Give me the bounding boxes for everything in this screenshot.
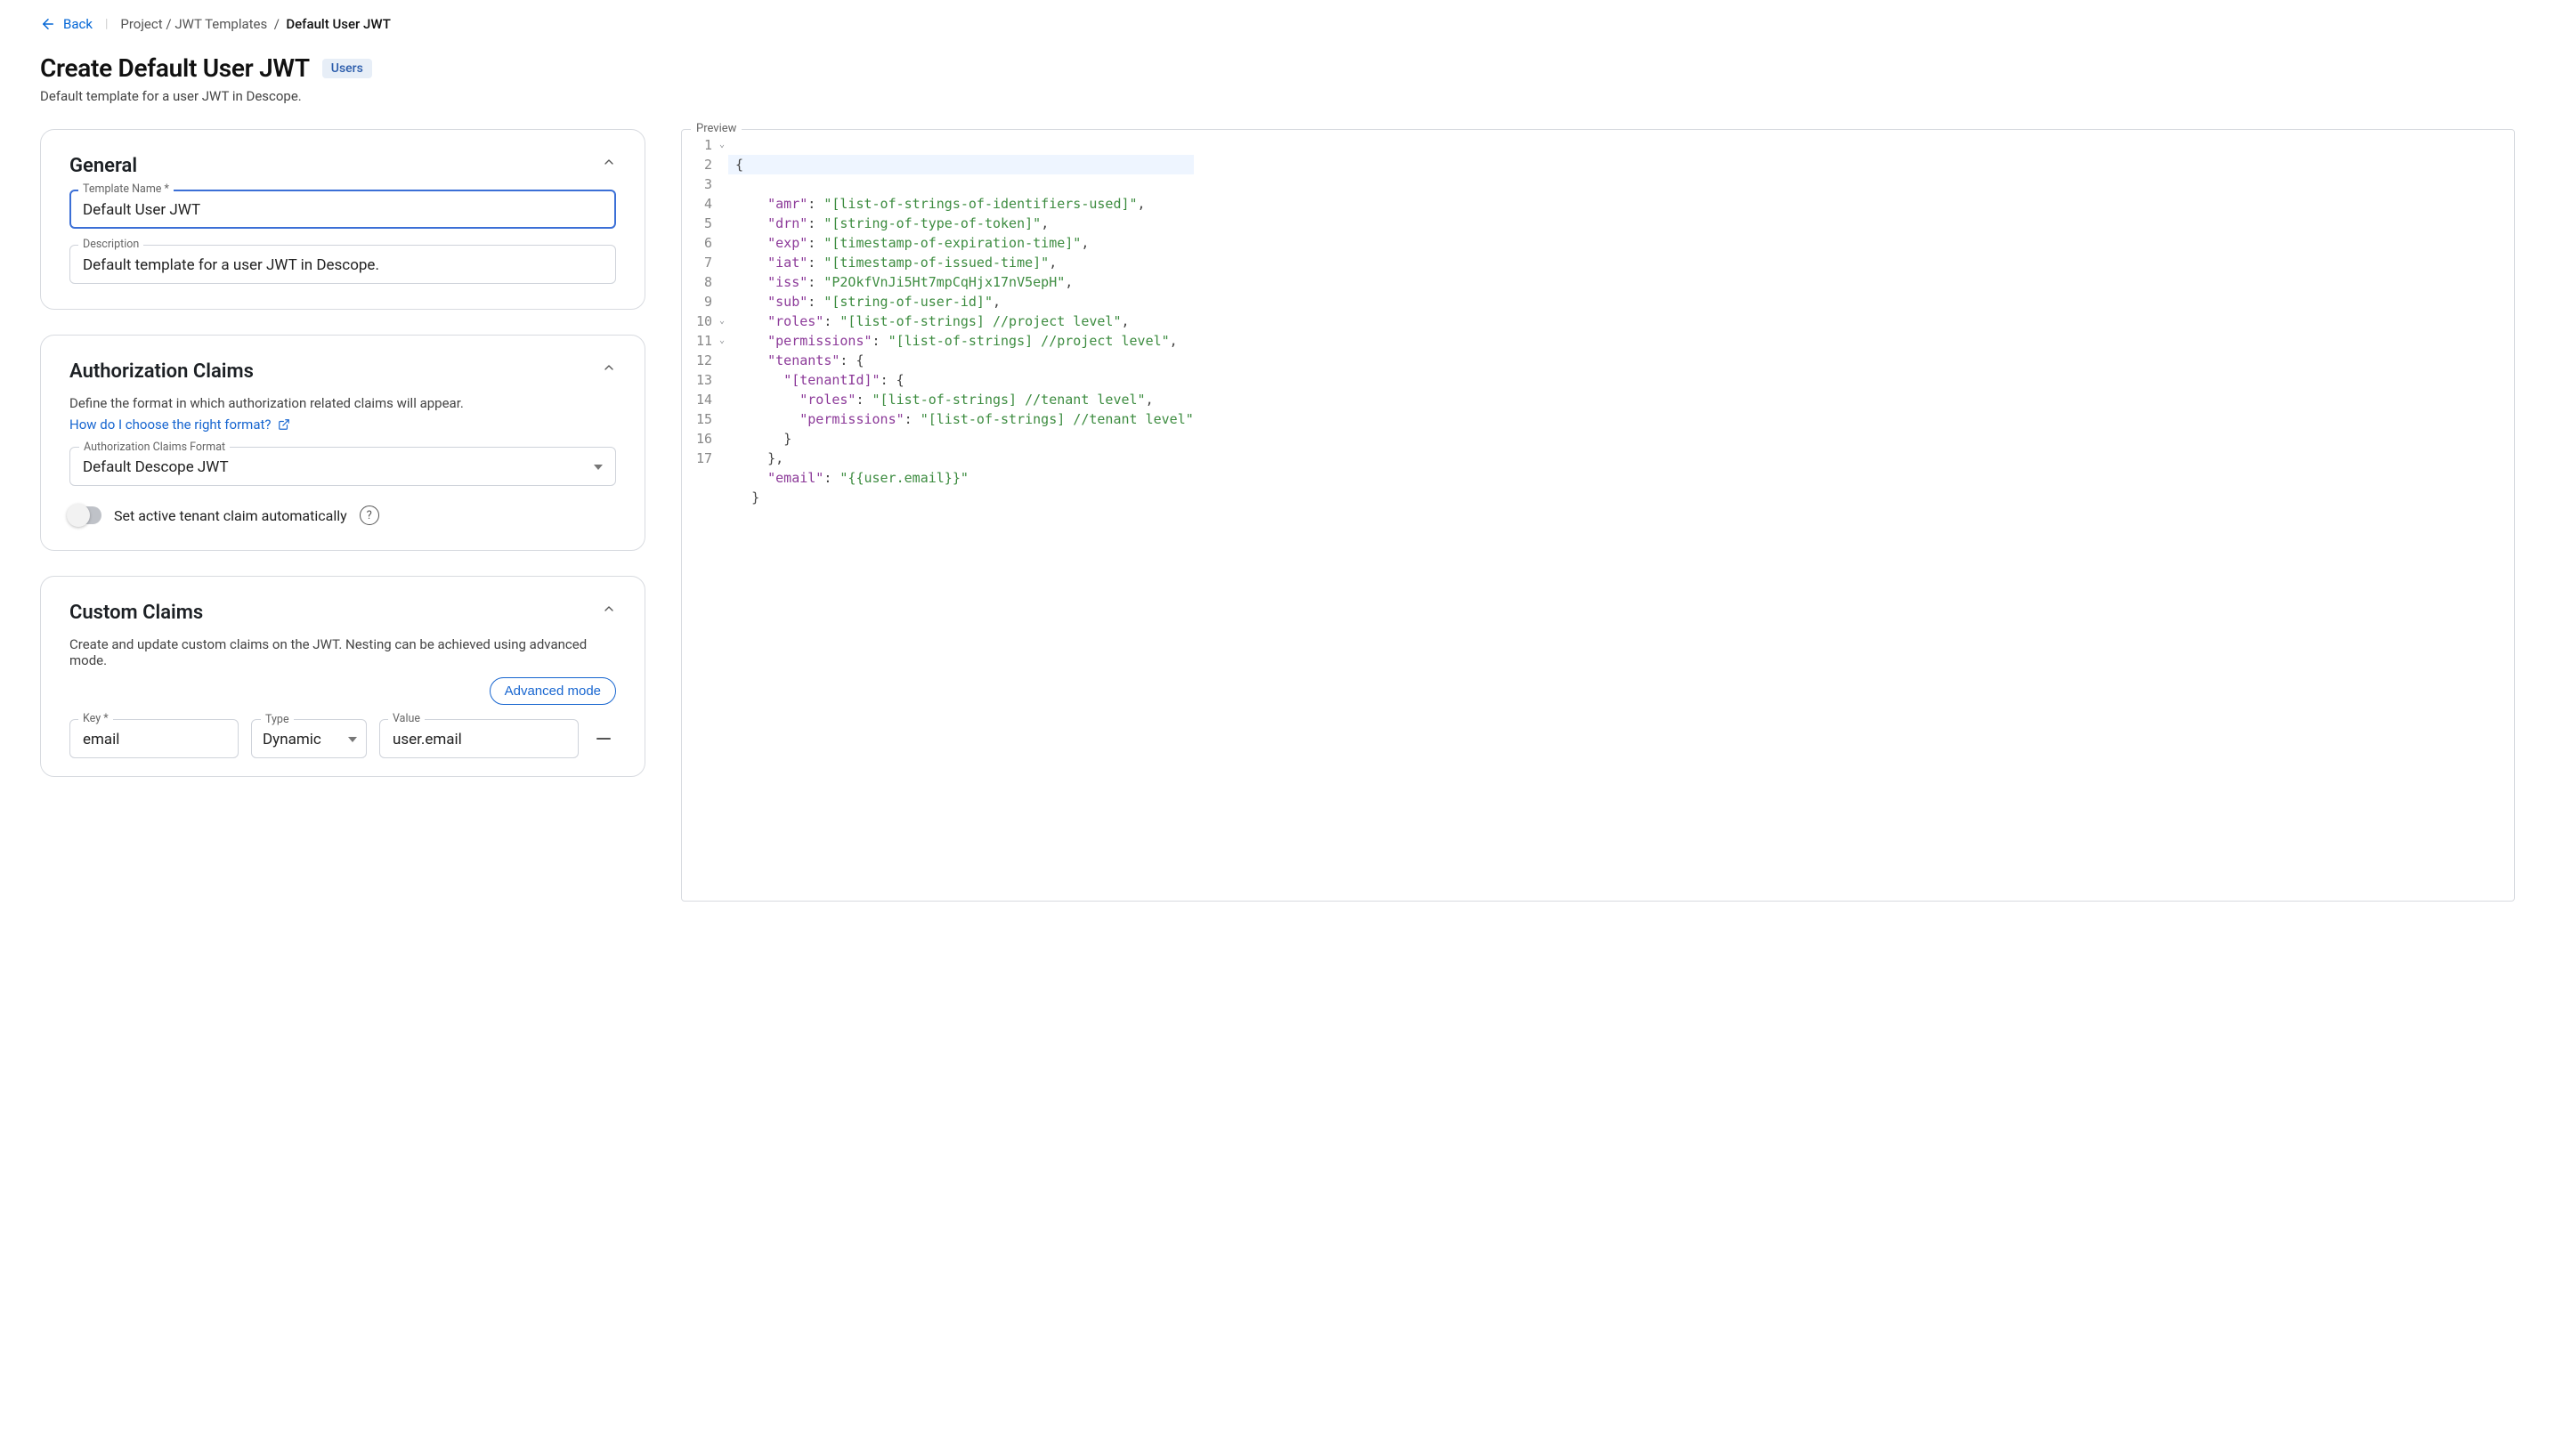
claim-type-label: Type (261, 713, 294, 726)
general-title: General (69, 155, 137, 177)
authz-help-text: How do I choose the right format? (69, 417, 271, 433)
back-link[interactable]: Back (40, 16, 93, 32)
dropdown-icon (594, 465, 603, 470)
audience-badge: Users (322, 59, 372, 78)
authz-format-select[interactable]: Authorization Claims Format Default Desc… (69, 447, 616, 486)
chevron-up-icon[interactable] (602, 602, 616, 616)
custom-desc: Create and update custom claims on the J… (69, 636, 616, 668)
claim-type-select[interactable]: Type Dynamic (251, 719, 367, 758)
preview-panel: Preview 1234567891011121314151617 ⌄⌄⌄ { … (681, 129, 2515, 902)
code-gutter: 1234567891011121314151617 (682, 135, 716, 527)
remove-claim-button[interactable] (591, 738, 616, 740)
description-label: Description (78, 238, 143, 251)
claim-type-value: Dynamic (263, 731, 321, 748)
code-editor[interactable]: 1234567891011121314151617 ⌄⌄⌄ { "amr": "… (682, 130, 2514, 901)
authz-format-label: Authorization Claims Format (79, 441, 230, 454)
crumb-project[interactable]: Project (120, 16, 162, 32)
arrow-left-icon (40, 16, 56, 32)
top-bar: Back | Project / JWT Templates / Default… (40, 0, 2515, 48)
claim-value-label: Value (388, 712, 425, 725)
authz-format-value: Default Descope JWT (83, 458, 229, 476)
description-input[interactable] (69, 245, 616, 284)
authz-card: Authorization Claims Define the format i… (40, 335, 645, 551)
authz-help-link[interactable]: How do I choose the right format? (69, 417, 290, 433)
active-tenant-label: Set active tenant claim automatically (114, 507, 347, 524)
help-icon[interactable]: ? (360, 506, 379, 525)
page-title: Create Default User JWT (40, 53, 310, 83)
breadcrumb: Project / JWT Templates / Default User J… (120, 16, 390, 32)
crumb-current: Default User JWT (286, 16, 390, 32)
custom-title: Custom Claims (69, 602, 203, 624)
chevron-up-icon[interactable] (602, 155, 616, 169)
authz-title: Authorization Claims (69, 360, 254, 383)
claim-key-label: Key * (78, 712, 113, 725)
dropdown-icon (348, 737, 357, 742)
chevron-up-icon[interactable] (602, 360, 616, 375)
preview-label: Preview (691, 122, 742, 135)
external-link-icon (278, 418, 290, 431)
minus-icon (596, 738, 611, 740)
custom-claims-card: Custom Claims Create and update custom c… (40, 576, 645, 777)
page-header: Create Default User JWT Users (40, 53, 2515, 83)
template-name-label: Template Name * (78, 182, 174, 196)
page-subtitle: Default template for a user JWT in Desco… (40, 88, 2515, 104)
code-content: { "amr": "[list-of-strings-of-identifier… (728, 135, 1204, 527)
claim-row: Key * Type Dynamic Value (69, 719, 616, 758)
authz-desc: Define the format in which authorization… (69, 395, 616, 411)
fold-gutter: ⌄⌄⌄ (716, 135, 728, 527)
general-card: General Template Name * Description (40, 129, 645, 310)
divider: | (105, 17, 108, 31)
advanced-mode-button[interactable]: Advanced mode (490, 677, 616, 705)
active-tenant-toggle[interactable] (69, 506, 101, 524)
back-text: Back (63, 16, 93, 32)
crumb-section[interactable]: JWT Templates (174, 16, 267, 32)
